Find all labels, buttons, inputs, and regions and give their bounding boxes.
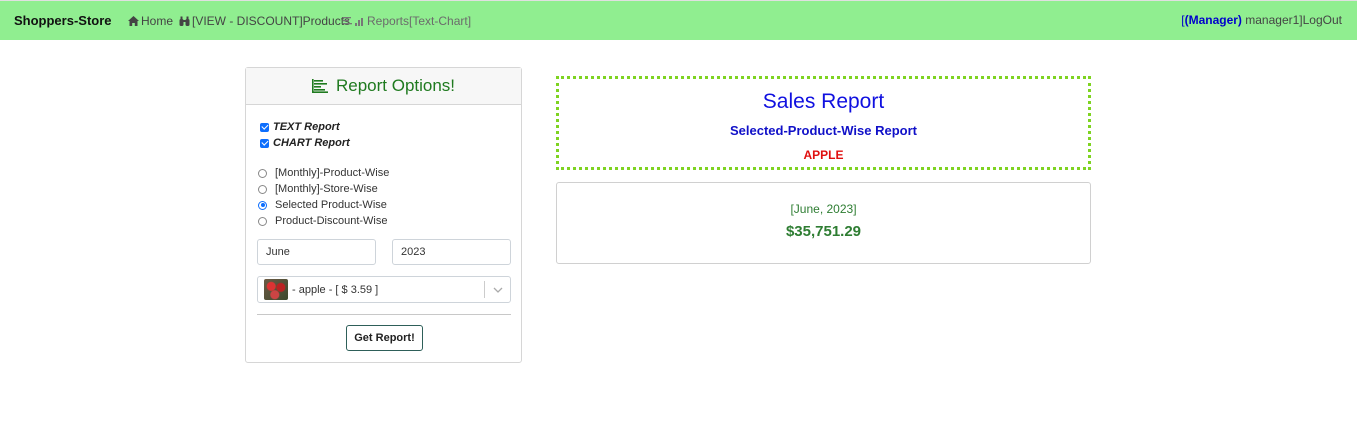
sales-report-header: Sales Report Selected-Product-Wise Repor… (556, 76, 1091, 170)
navbar: Shoppers-Store Home [VIEW - DISCOUNT]Pro… (0, 0, 1357, 40)
radio-button[interactable] (258, 184, 267, 194)
report-amount: $35,751.29 (785, 223, 862, 240)
username: manager1] (1241, 13, 1303, 27)
radio-label: Selected Product-Wise (275, 199, 387, 211)
nav-products-label: [VIEW - DISCOUNT]Products (192, 14, 351, 28)
nav-home-link[interactable]: Home (128, 14, 173, 28)
year-input[interactable]: 2023 (392, 239, 511, 265)
user-role: (Manager) (1184, 13, 1242, 27)
divider (257, 314, 511, 315)
radio-label: Product-Discount-Wise (275, 215, 388, 227)
chevron-down-icon[interactable] (485, 287, 510, 293)
nav-products-link[interactable]: [VIEW - DISCOUNT]Products (179, 14, 350, 28)
radio-monthly-store-wise[interactable]: [Monthly]-Store-Wise (258, 183, 378, 195)
product-thumbnail (264, 279, 288, 300)
nav-home-label: Home (141, 14, 174, 28)
month-input[interactable]: June (257, 239, 376, 265)
nav-reports-label: Reports[Text-Chart] (367, 14, 472, 28)
get-report-button[interactable]: Get Report! (346, 325, 423, 351)
product-select[interactable]: - apple - [ $ 3.59 ] (257, 276, 511, 303)
checkbox-checked[interactable] (260, 138, 269, 148)
radio-button-selected[interactable] (258, 200, 267, 210)
report-options-title: Report Options! (335, 76, 456, 95)
checkbox-checked[interactable] (260, 122, 269, 132)
radio-product-discount-wise[interactable]: Product-Discount-Wise (258, 215, 387, 227)
report-subtitle: Selected-Product-Wise Report (730, 123, 917, 138)
radio-button[interactable] (258, 216, 267, 226)
report-options-header: Report Options! (246, 68, 521, 105)
radio-label: [Monthly]-Product-Wise (275, 167, 390, 179)
binoculars-icon (179, 16, 190, 26)
user-info: [(Manager) manager1]LogOut (1181, 13, 1342, 27)
logout-link[interactable]: LogOut (1303, 13, 1342, 27)
list-chart-icon (311, 79, 328, 93)
report-title: Sales Report (762, 90, 885, 113)
home-icon (128, 16, 139, 26)
text-report-label: TEXT Report (273, 121, 340, 133)
text-report-checkbox[interactable]: TEXT Report (260, 121, 340, 133)
report-product-name: APPLE (803, 148, 844, 162)
brand-logo[interactable]: Shoppers-Store (14, 13, 112, 28)
report-chart-icon (343, 16, 365, 26)
radio-monthly-product-wise[interactable]: [Monthly]-Product-Wise (258, 167, 389, 179)
radio-button[interactable] (258, 168, 267, 178)
radio-label: [Monthly]-Store-Wise (275, 183, 378, 195)
radio-selected-product-wise[interactable]: Selected Product-Wise (258, 199, 387, 211)
report-period: [June, 2023] (790, 202, 857, 216)
report-options-card: Report Options! TEXT Report CHART Report… (245, 67, 522, 363)
nav-reports-link[interactable]: Reports[Text-Chart] (343, 14, 471, 28)
chart-report-label: CHART Report (273, 137, 350, 149)
chart-report-checkbox[interactable]: CHART Report (260, 137, 350, 149)
report-result-box: [June, 2023] $35,751.29 (556, 182, 1091, 264)
product-select-value: - apple - [ $ 3.59 ] (292, 283, 379, 296)
